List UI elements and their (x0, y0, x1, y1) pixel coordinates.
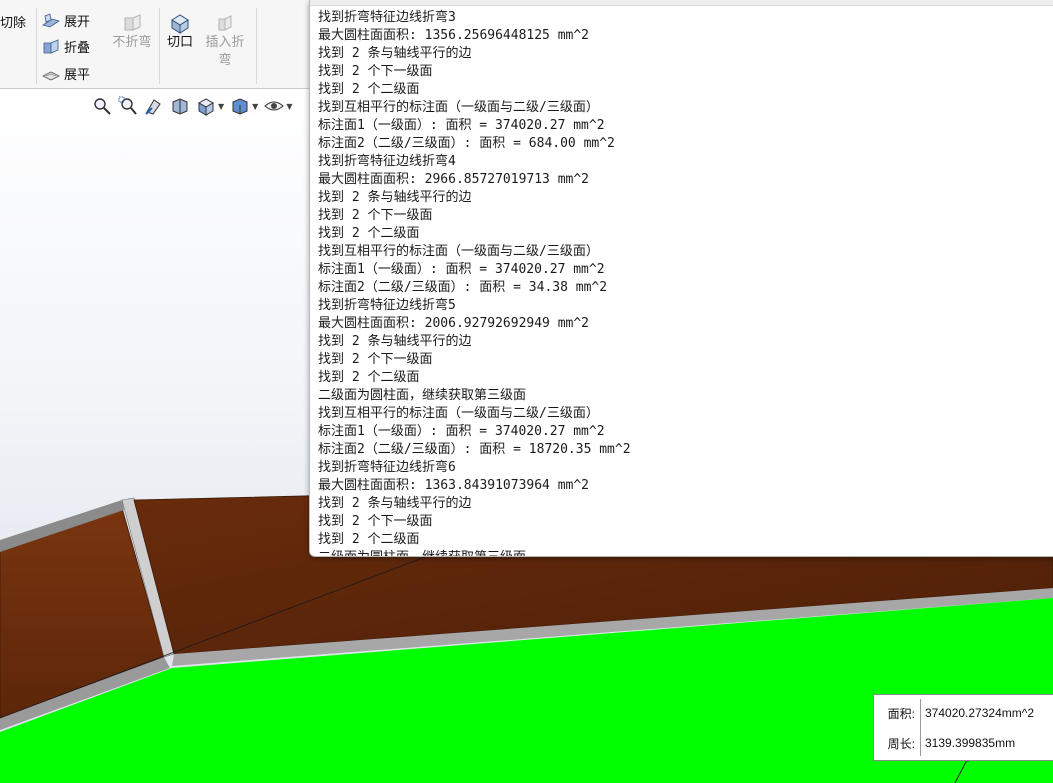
perimeter-value: 3139.399835mm (925, 736, 1016, 750)
console-line: 标注面2（二级/三级面）: 面积 = 684.00 mm^2 (318, 136, 615, 151)
console-line: 找到 2 个下一级面 (318, 208, 433, 223)
display-style-icon[interactable] (230, 96, 250, 116)
rip-icon (171, 14, 189, 34)
console-output: 找到折弯特征边线折弯3 最大圆柱面面积: 1356.25696448125 mm^… (310, 6, 1053, 556)
ribbon-separator (256, 8, 257, 84)
previous-view-icon[interactable] (144, 96, 164, 116)
console-line: 找到 2 个下一级面 (318, 64, 433, 79)
flatten-button[interactable]: 展平 (42, 64, 90, 83)
fold-button[interactable]: 折叠 (42, 37, 90, 56)
console-line: 找到互相平行的标注面（一级面与二级/三级面） (318, 406, 599, 421)
console-line: 找到 2 条与轴线平行的边 (318, 334, 472, 349)
measure-area-row: 面积: 374020.27324mm^2 (874, 697, 1053, 729)
console-line: 最大圆柱面面积: 2966.85727019713 mm^2 (318, 172, 590, 187)
hide-show-dropdown-icon[interactable]: ▼ (286, 102, 292, 111)
console-line: 标注面1（一级面）: 面积 = 374020.27 mm^2 (318, 118, 605, 133)
perimeter-label: 周长: (887, 736, 915, 751)
console-line: 找到 2 个下一级面 (318, 514, 433, 529)
console-line: 找到折弯特征边线折弯6 (318, 460, 456, 475)
section-view-icon[interactable] (170, 96, 190, 116)
no-bends-label: 不折弯 (112, 35, 152, 50)
insert-bends-label: 插入折 (205, 35, 245, 50)
unfold-button[interactable]: 展开 (42, 11, 90, 30)
ribbon-separator (36, 8, 37, 84)
flatten-label: 展平 (64, 68, 91, 83)
console-line: 标注面1（一级面）: 面积 = 374020.27 mm^2 (318, 262, 605, 277)
no-bends-button[interactable]: 不折弯 (108, 12, 156, 52)
console-line: 找到互相平行的标注面（一级面与二级/三级面） (318, 100, 599, 115)
console-line: 标注面1（一级面）: 面积 = 374020.27 mm^2 (318, 424, 605, 439)
insert-bends-icon (218, 15, 232, 31)
console-line: 二级面为圆柱面，继续获取第三级面 (318, 388, 527, 403)
console-line: 找到 2 个二级面 (318, 370, 420, 385)
rip-button[interactable]: 切口 (162, 12, 198, 52)
sheet-metal-ribbon: 切除 展开 折叠 展平 不折弯 切口 插入折 弯 (0, 0, 340, 89)
heads-up-view-toolbar: ▼ ▼ ▼ (92, 95, 292, 117)
console-line: 找到互相平行的标注面（一级面与二级/三级面） (318, 244, 599, 259)
console-line: 找到 2 个二级面 (318, 226, 420, 241)
rip-label: 切口 (166, 35, 193, 50)
console-line: 找到折弯特征边线折弯4 (318, 154, 456, 169)
console-line: 找到 2 个二级面 (318, 82, 420, 97)
console-line: 标注面2（二级/三级面）: 面积 = 18720.35 mm^2 (318, 442, 631, 457)
fold-icon (43, 38, 59, 54)
console-line: 标注面2（二级/三级面）: 面积 = 34.38 mm^2 (318, 280, 608, 295)
console-line: 找到 2 个下一级面 (318, 352, 433, 367)
ribbon-separator (159, 8, 160, 84)
console-line: 找到 2 条与轴线平行的边 (318, 46, 472, 61)
measure-perimeter-row: 周长: 3139.399835mm (874, 727, 1053, 759)
cut-label: 切除 (0, 16, 27, 31)
console-line: 最大圆柱面面积: 1356.25696448125 mm^2 (318, 28, 590, 43)
flatten-icon (42, 71, 60, 80)
cut-button[interactable]: 切除 (0, 12, 26, 31)
measure-tooltip: 面积: 374020.27324mm^2 周长: 3139.399835mm (873, 694, 1053, 761)
view-orientation-dropdown-icon[interactable]: ▼ (218, 102, 224, 111)
console-line: 找到折弯特征边线折弯3 (318, 10, 456, 25)
view-orientation-icon[interactable] (196, 96, 216, 116)
unfold-icon (42, 12, 60, 27)
no-bends-icon (124, 14, 141, 31)
insert-bends-button[interactable]: 插入折 弯 (200, 12, 250, 70)
console-line: 二级面为圆柱面，继续获取第三级面 (318, 549, 1053, 556)
console-line: 找到折弯特征边线折弯5 (318, 298, 456, 313)
area-value: 374020.27324mm^2 (925, 706, 1035, 720)
hide-show-items-icon[interactable] (264, 96, 285, 116)
zoom-to-fit-icon[interactable] (92, 96, 112, 116)
fold-label: 折叠 (64, 41, 91, 56)
zoom-area-icon[interactable] (118, 96, 138, 116)
insert-bends-label-2: 弯 (218, 53, 232, 68)
console-line: 找到 2 条与轴线平行的边 (318, 190, 472, 205)
output-console-window[interactable]: 找到折弯特征边线折弯3 最大圆柱面面积: 1356.25696448125 mm^… (309, 0, 1053, 557)
area-label: 面积: (887, 706, 915, 721)
unfold-label: 展开 (64, 15, 91, 30)
console-line: 找到 2 条与轴线平行的边 (318, 496, 472, 511)
display-style-dropdown-icon[interactable]: ▼ (252, 102, 258, 111)
console-line: 最大圆柱面面积: 1363.84391073964 mm^2 (318, 478, 590, 493)
console-line: 找到 2 个二级面 (318, 532, 420, 547)
console-line: 最大圆柱面面积: 2006.92792692949 mm^2 (318, 316, 590, 331)
